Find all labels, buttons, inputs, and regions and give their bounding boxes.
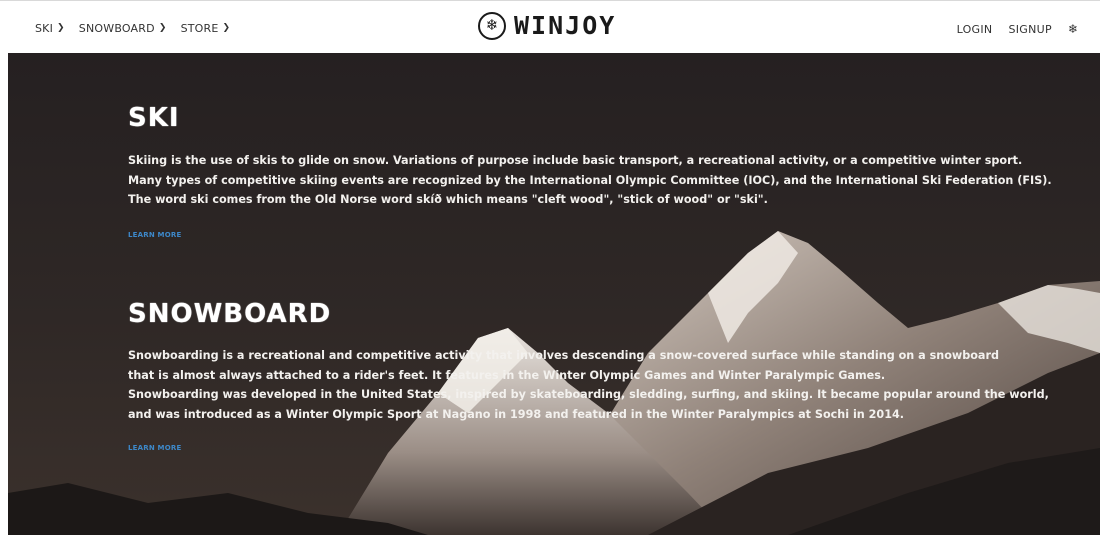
- chevron-down-icon: ❯: [222, 22, 231, 33]
- login-link[interactable]: LOGIN: [957, 23, 993, 36]
- signup-link[interactable]: SIGNUP: [1008, 23, 1051, 36]
- nav-store-label: STORE: [180, 22, 219, 35]
- ski-paragraph-line: Many types of competitive skiing events …: [128, 173, 1052, 187]
- nav-snowboard-label: SNOWBOARD: [78, 22, 155, 35]
- nav-store-dropdown[interactable]: STORE ❯: [181, 22, 231, 35]
- snowboard-paragraph-line: that is almost always attached to a ride…: [128, 368, 886, 382]
- snowboard-paragraph-line: Snowboarding is a recreational and compe…: [128, 349, 1000, 362]
- snowboard-heading: SNOWBOARD: [128, 299, 332, 329]
- nav-left-menu: SKI ❯ SNOWBOARD ❯ STORE ❯: [35, 22, 230, 35]
- nav-ski-dropdown[interactable]: SKI ❯: [35, 22, 65, 35]
- ski-learn-more-link[interactable]: LEARN MORE: [128, 231, 181, 239]
- snowboard-section: SNOWBOARD Snowboarding is a recreational…: [128, 299, 1049, 454]
- snowboard-paragraph-line: Snowboarding was developed in the United…: [128, 388, 1049, 401]
- snowboard-learn-more-link[interactable]: LEARN MORE: [128, 444, 181, 452]
- brand-name: WINJOY: [514, 11, 617, 40]
- hero-banner: SKI Skiing is the use of skis to glide o…: [8, 53, 1100, 535]
- ski-heading: SKI: [128, 103, 180, 133]
- snowflake-logo-icon: ❄: [478, 11, 506, 40]
- chevron-down-icon: ❯: [158, 22, 167, 33]
- snowboard-description: Snowboarding is a recreational and compe…: [128, 346, 1049, 424]
- ski-section: SKI Skiing is the use of skis to glide o…: [128, 103, 1052, 241]
- brand-logo-link[interactable]: ❄ WINJOY: [478, 11, 616, 40]
- snowboard-paragraph-line: and was introduced as a Winter Olympic S…: [128, 407, 905, 421]
- nav-snowboard-dropdown[interactable]: SNOWBOARD ❯: [79, 22, 167, 35]
- snowflake-icon[interactable]: ❄: [1068, 22, 1078, 36]
- ski-description: Skiing is the use of skis to glide on sn…: [128, 151, 1052, 210]
- chevron-down-icon: ❯: [57, 22, 65, 33]
- ski-paragraph-line: The word ski comes from the Old Norse wo…: [128, 193, 768, 206]
- top-navigation-bar: SKI ❯ SNOWBOARD ❯ STORE ❯ ❄ WINJOY LOGIN…: [0, 0, 1100, 53]
- nav-right-menu: LOGIN SIGNUP ❄: [957, 22, 1078, 36]
- ski-paragraph-line: Skiing is the use of skis to glide on sn…: [128, 154, 1023, 167]
- nav-ski-label: SKI: [35, 22, 54, 35]
